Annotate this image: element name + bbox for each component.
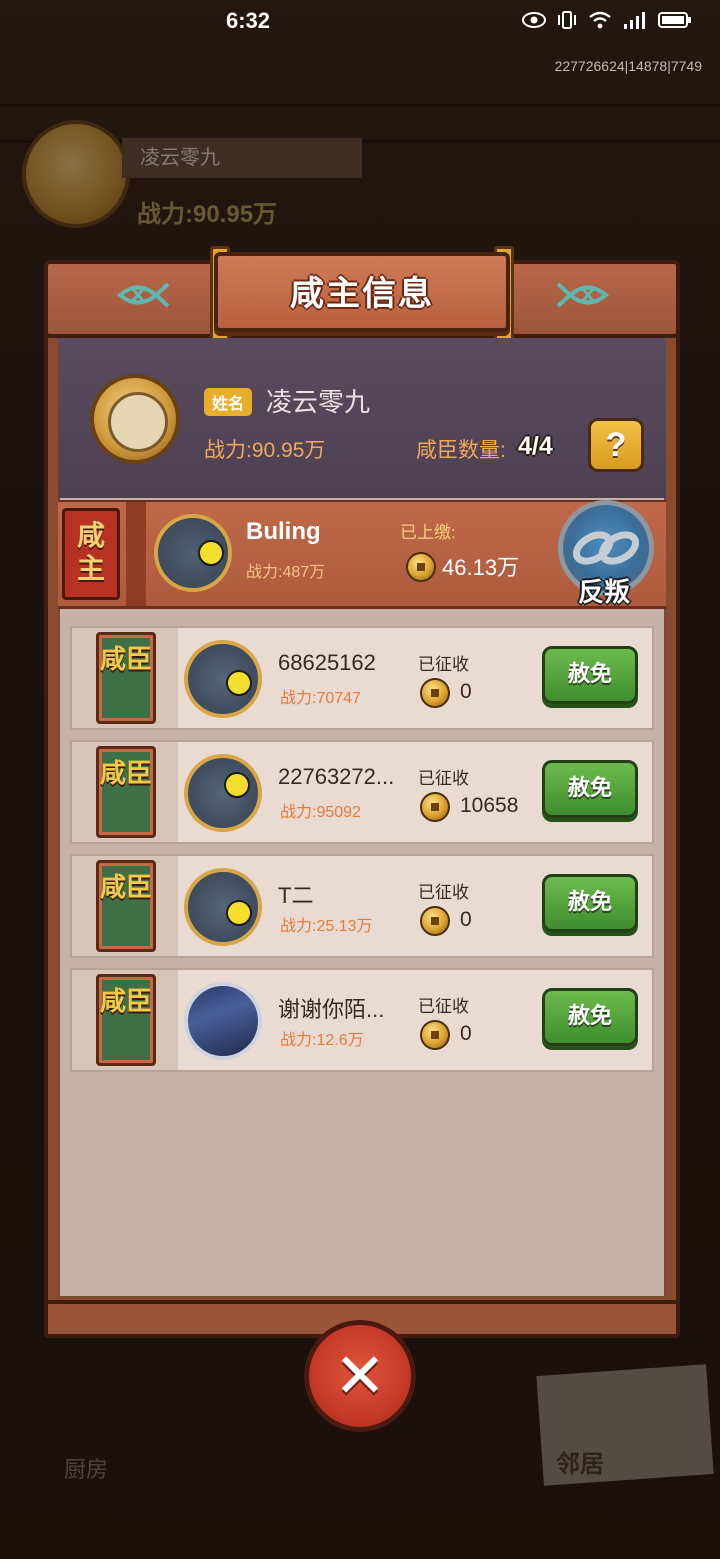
vassal-badge: 咸臣 [96, 974, 156, 1066]
vassal-row: 咸臣 T二 战力:25.13万 已征收 0 赦免 [70, 854, 654, 958]
rebel-label: 反叛 [577, 577, 630, 607]
vassal-badge-label: 咸臣 [99, 872, 152, 902]
modal-title: 咸主信息 [290, 275, 434, 313]
avatar-eye [198, 540, 224, 566]
master-badge: 咸主 [62, 508, 120, 600]
vassal-power: 战力:25.13万 [280, 918, 373, 935]
vassal-avatar[interactable] [184, 868, 262, 946]
rebel-button[interactable]: 反叛 [552, 500, 656, 608]
lord-avatar-portrait [108, 392, 168, 452]
avatar-eye [226, 900, 252, 926]
vassal-name: 谢谢你陌... [278, 997, 385, 1022]
server-id-text: 227726624|14878|7749 [554, 58, 702, 74]
vassal-row: 咸臣 22763272... 战力:95092 已征收 10658 赦免 [70, 740, 654, 844]
vassal-badge-label: 咸臣 [99, 986, 152, 1016]
wifi-icon [588, 10, 612, 35]
vassal-badge: 咸臣 [96, 632, 156, 724]
vassal-badge-label: 咸臣 [99, 758, 152, 788]
status-bar: 6:32 [0, 0, 720, 44]
fish-ornament-icon [112, 278, 172, 312]
coin-icon [406, 552, 436, 582]
title-board: 咸主信息 [210, 246, 514, 344]
vassal-badge: 咸臣 [96, 746, 156, 838]
status-icons [522, 10, 692, 35]
help-button[interactable]: ? [588, 418, 644, 472]
collected-value: 0 [460, 1022, 472, 1045]
signal-icon [622, 10, 648, 35]
collected-label: 已征收 [418, 655, 469, 674]
status-time: 6:32 [226, 8, 271, 33]
coin-icon [420, 792, 450, 822]
avatar-eye [226, 670, 252, 696]
collected-label: 已征收 [418, 883, 469, 902]
pardon-button[interactable]: 赦免 [542, 646, 638, 704]
paid-label: 已上缴: [400, 523, 456, 542]
vibrate-icon [556, 10, 578, 35]
master-row-divider [126, 502, 146, 606]
master-name: Buling [246, 518, 321, 545]
lord-avatar[interactable] [90, 374, 180, 464]
vassal-name: T二 [278, 883, 314, 908]
collected-value: 0 [460, 908, 472, 931]
master-avatar[interactable] [154, 514, 232, 592]
lord-name: 凌云零九 [266, 387, 371, 417]
vassal-badge-label: 咸臣 [99, 644, 152, 674]
pardon-button[interactable]: 赦免 [542, 988, 638, 1046]
vassal-avatar-photo[interactable] [184, 982, 262, 1060]
vassal-badge: 咸臣 [96, 860, 156, 952]
vassal-row: 咸臣 68625162 战力:70747 已征收 0 赦免 [70, 626, 654, 730]
vassal-power: 战力:95092 [280, 804, 361, 821]
coin-icon [420, 678, 450, 708]
lord-info-panel: 姓名 凌云零九 战力:90.95万 咸臣数量: 4/4 ? [58, 338, 666, 498]
coin-icon [420, 1020, 450, 1050]
collected-value: 0 [460, 680, 472, 703]
master-power: 战力:487万 [246, 564, 326, 581]
name-tag: 姓名 [204, 388, 253, 416]
lord-info-modal: 咸主信息 姓名 凌云零九 战力:90.95万 咸臣数量: 4/4 ? 咸主 Bu… [44, 246, 680, 1338]
vassal-name: 68625162 [278, 650, 376, 675]
collected-label: 已征收 [418, 997, 469, 1016]
vassal-power: 战力:12.6万 [280, 1032, 364, 1049]
vassal-row: 咸臣 谢谢你陌... 战力:12.6万 已征收 0 赦免 [70, 968, 654, 1072]
fish-ornament-icon [554, 278, 614, 312]
avatar-eye [224, 772, 250, 798]
coin-icon [420, 906, 450, 936]
vassal-count: 4/4 [518, 432, 553, 460]
paid-value: 46.13万 [442, 555, 520, 580]
vassal-avatar[interactable] [184, 640, 262, 718]
pardon-button[interactable]: 赦免 [542, 874, 638, 932]
close-icon: ✕ [334, 1342, 386, 1411]
collected-label: 已征收 [418, 769, 469, 788]
vassal-name: 22763272... [278, 764, 395, 789]
collected-value: 10658 [460, 794, 519, 817]
vassal-avatar[interactable] [184, 754, 262, 832]
master-row: 咸主 Buling 战力:487万 已上缴: 46.13万 反叛 [58, 500, 666, 609]
pardon-button[interactable]: 赦免 [542, 760, 638, 818]
close-button[interactable]: ✕ [304, 1320, 416, 1432]
vassal-count-label: 咸臣数量: [416, 439, 506, 462]
eye-icon [522, 11, 546, 34]
vassal-power: 战力:70747 [280, 690, 361, 707]
master-badge-label: 咸主 [76, 520, 105, 584]
lord-power: 战力:90.95万 [204, 439, 326, 462]
battery-icon [658, 11, 692, 34]
